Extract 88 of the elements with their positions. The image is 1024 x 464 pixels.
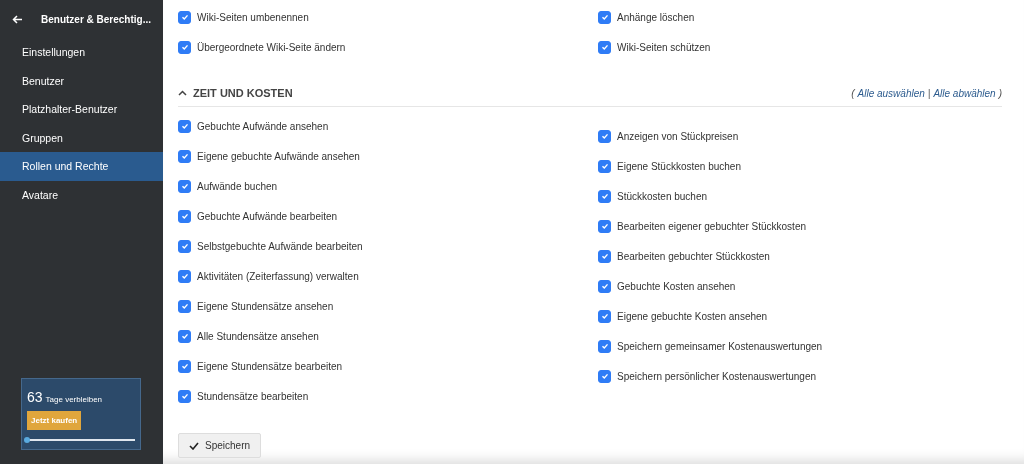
checkbox[interactable] [178, 209, 191, 223]
checkbox[interactable] [178, 119, 191, 133]
sidebar-item[interactable]: Rollen und Rechte [0, 152, 163, 181]
sidebar-item[interactable]: Benutzer [0, 66, 163, 95]
checkbox-label[interactable]: Speichern persönlicher Kostenauswertungen [617, 370, 816, 382]
trial-text: Tage verbleiben [45, 395, 103, 404]
checkmark-icon [600, 372, 609, 380]
checkmark-icon [600, 312, 609, 320]
checkbox-label[interactable]: Gebuchte Kosten ansehen [617, 280, 736, 292]
checkbox-label[interactable]: Anhänge löschen [617, 11, 695, 23]
checkbox-label[interactable]: Eigene Stundensätze bearbeiten [197, 360, 343, 372]
checkmark-icon [600, 282, 609, 290]
parenthesis: ( [851, 87, 855, 99]
checkbox[interactable] [178, 329, 191, 343]
checkbox-label[interactable]: Übergeordnete Wiki-Seite ändern [197, 41, 346, 53]
checkbox[interactable] [178, 179, 191, 193]
checkbox[interactable] [598, 309, 611, 323]
sidebar-title: Benutzer & Berechtig... [41, 13, 152, 25]
checkbox[interactable] [598, 279, 611, 293]
checkmark-icon [600, 13, 609, 21]
checkmark-icon [180, 13, 189, 21]
checkbox[interactable] [178, 359, 191, 373]
section-title: ZEIT UND KOSTEN [193, 87, 293, 99]
back-arrow-icon[interactable] [12, 14, 23, 24]
checkbox[interactable] [178, 149, 191, 163]
checkbox[interactable] [598, 249, 611, 263]
checkmark-icon [180, 242, 189, 250]
checkbox[interactable] [598, 219, 611, 233]
sidebar-item[interactable]: Platzhalter-Benutzer [0, 95, 163, 124]
checkbox-label[interactable]: Eigene Stundensätze ansehen [197, 300, 334, 312]
checkbox[interactable] [598, 40, 611, 54]
checkbox[interactable] [178, 239, 191, 253]
checkbox-label[interactable]: Eigene Stückkosten buchen [617, 160, 741, 172]
checkbox[interactable] [598, 339, 611, 353]
checkbox-label[interactable]: Eigene gebuchte Aufwände ansehen [197, 150, 360, 162]
checkmark-icon [180, 182, 189, 190]
checkmark-icon [180, 152, 189, 160]
checkbox[interactable] [178, 269, 191, 283]
checkbox-label[interactable]: Bearbeiten gebuchter Stückkosten [617, 250, 770, 262]
checkmark-icon [180, 362, 189, 370]
checkmark-icon [600, 43, 609, 51]
checkbox[interactable] [598, 189, 611, 203]
checkmark-icon [189, 441, 199, 450]
checkbox-label[interactable]: Stückkosten buchen [617, 190, 708, 202]
checkbox-label[interactable]: Aktivitäten (Zeiterfassung) verwalten [197, 270, 359, 282]
checkmark-icon [180, 122, 189, 130]
days-count: 63 [27, 389, 43, 405]
checkmark-icon [180, 272, 189, 280]
collapse-caret-icon[interactable] [178, 90, 187, 96]
checkmark-icon [600, 162, 609, 170]
checkbox[interactable] [178, 10, 191, 24]
checkbox-label[interactable]: Stundensätze bearbeiten [197, 390, 309, 402]
sidebar-item[interactable]: Einstellungen [0, 38, 163, 67]
checkmark-icon [600, 192, 609, 200]
deselect-all-link[interactable]: Alle abwählen [933, 87, 996, 99]
separator: | [927, 87, 931, 99]
checkmark-icon [180, 212, 189, 220]
checkbox-label[interactable]: Alle Stundensätze ansehen [197, 330, 319, 342]
checkbox-label[interactable]: Eigene gebuchte Kosten ansehen [617, 310, 768, 322]
checkmark-icon [180, 302, 189, 310]
checkbox-label[interactable]: Wiki-Seiten umbenennen [197, 11, 309, 23]
checkbox-label[interactable]: Anzeigen von Stückpreisen [617, 130, 739, 142]
checkbox-label[interactable]: Bearbeiten eigener gebuchter Stückkosten [617, 220, 806, 232]
save-button[interactable]: Speichern [178, 433, 262, 458]
checkmark-icon [600, 222, 609, 230]
sidebar-item[interactable]: Gruppen [0, 123, 163, 152]
checkmark-icon [180, 392, 189, 400]
checkbox-label[interactable]: Wiki-Seiten schützen [617, 41, 711, 53]
checkbox-label[interactable]: Gebuchte Aufwände bearbeiten [197, 210, 338, 222]
checkbox[interactable] [598, 159, 611, 173]
checkmark-icon [180, 332, 189, 340]
parenthesis: ) [998, 87, 1002, 99]
checkbox[interactable] [178, 40, 191, 54]
checkbox[interactable] [598, 129, 611, 143]
checkbox-label[interactable]: Selbstgebuchte Aufwände bearbeiten [197, 240, 363, 252]
select-all-link[interactable]: Alle auswählen [857, 87, 925, 99]
checkbox[interactable] [598, 369, 611, 383]
checkbox[interactable] [178, 389, 191, 403]
checkbox[interactable] [178, 299, 191, 313]
checkmark-icon [600, 342, 609, 350]
checkmark-icon [600, 132, 609, 140]
checkmark-icon [180, 43, 189, 51]
checkbox-label[interactable]: Aufwände buchen [197, 180, 278, 192]
checkbox-label[interactable]: Speichern gemeinsamer Kostenauswertungen [617, 340, 823, 352]
sidebar-item[interactable]: Avatare [0, 180, 163, 209]
checkmark-icon [600, 252, 609, 260]
checkbox[interactable] [598, 10, 611, 24]
checkbox-label[interactable]: Gebuchte Aufwände ansehen [197, 120, 329, 132]
